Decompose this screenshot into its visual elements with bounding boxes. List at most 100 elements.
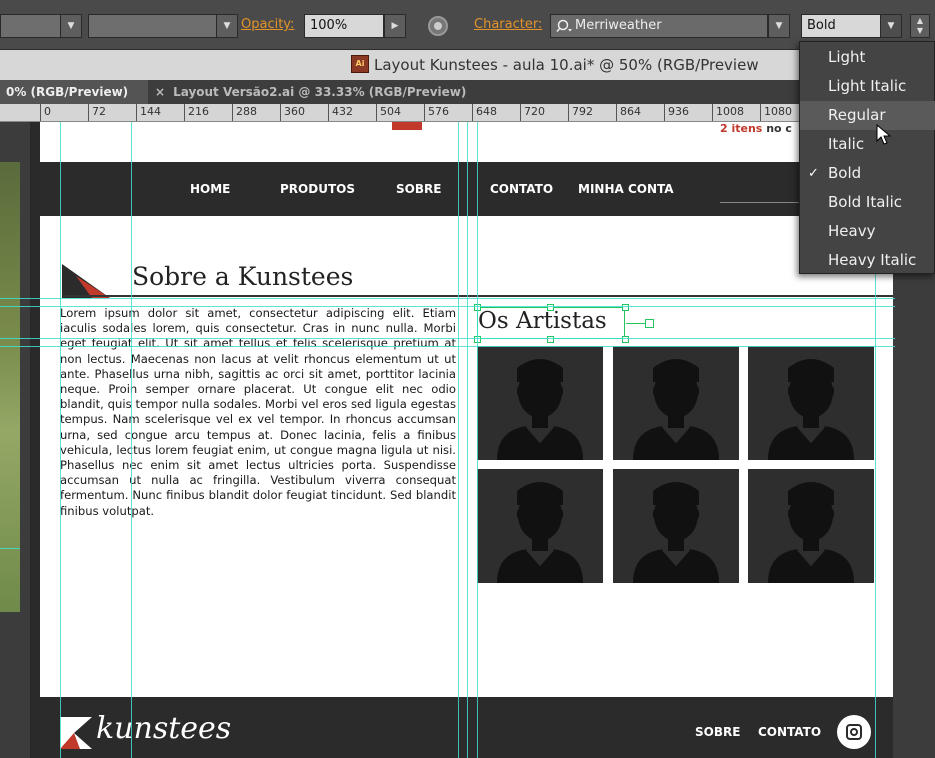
artist-avatar-icon <box>633 359 719 460</box>
cart-label: no c <box>762 122 792 135</box>
artist-avatar-icon <box>768 359 854 460</box>
menu-item-label: Heavy <box>828 222 876 240</box>
menu-item-light[interactable]: Light <box>800 43 935 72</box>
opacity-input[interactable]: 100% <box>304 14 384 38</box>
font-family-value: Merriweather <box>575 18 662 33</box>
ruler-tick: 288 <box>232 104 257 121</box>
vertical-guide[interactable] <box>458 122 459 758</box>
character-label[interactable]: Character: <box>474 17 542 32</box>
ruler-tick: 216 <box>184 104 209 121</box>
recolor-icon[interactable] <box>428 16 448 36</box>
instagram-icon[interactable] <box>837 715 871 749</box>
menu-item-label: Light Italic <box>828 77 907 95</box>
ai-file-icon: Ai <box>351 55 369 73</box>
artist-avatar-icon <box>497 359 583 460</box>
ruler-tick: 648 <box>472 104 497 121</box>
vertical-guide[interactable] <box>477 122 478 758</box>
selection-bounding-box[interactable] <box>477 307 625 339</box>
ruler-tick: 432 <box>328 104 353 121</box>
nav-minha-conta[interactable]: MINHA CONTA <box>578 182 674 196</box>
chevron-down-icon: ▼ <box>223 21 231 31</box>
menu-item-regular[interactable]: Regular <box>800 101 935 130</box>
vertical-guide[interactable] <box>60 122 61 758</box>
artist-card[interactable] <box>613 346 739 460</box>
horizontal-ruler[interactable]: 0 72 144 216 288 360 432 504 576 648 720… <box>0 104 935 122</box>
footer-link-sobre[interactable]: SOBRE <box>695 725 740 739</box>
artist-avatar-icon <box>633 482 719 583</box>
menu-item-label: Bold <box>828 164 862 182</box>
horizontal-guide[interactable] <box>0 346 895 347</box>
opacity-dropdown[interactable]: ▶ <box>384 14 406 38</box>
ruler-tick: 1080 <box>760 104 792 121</box>
ruler-tick: 864 <box>616 104 641 121</box>
ruler-tick: 72 <box>88 104 106 121</box>
opacity-label[interactable]: Opacity: <box>241 17 294 32</box>
menu-item-italic[interactable]: Italic <box>800 130 935 159</box>
ruler-tick: 360 <box>280 104 305 121</box>
artist-grid <box>477 346 875 586</box>
menu-item-bold[interactable]: ✓ Bold <box>800 159 935 188</box>
nav-home[interactable]: HOME <box>190 182 230 196</box>
artist-card[interactable] <box>477 469 603 583</box>
ruler-tick: 504 <box>376 104 401 121</box>
document-tab-bar: 0% (RGB/Preview) × Layout Versão2.ai @ 33… <box>0 80 935 104</box>
artist-card[interactable] <box>613 469 739 583</box>
brand-logo-fragment <box>392 122 422 130</box>
chevron-down-icon: ▼ <box>887 21 895 31</box>
font-size-stepper[interactable]: ▲ ▼ <box>910 14 930 38</box>
horizontal-guide[interactable] <box>0 338 895 339</box>
nav-sobre[interactable]: SOBRE <box>396 182 441 196</box>
horizontal-guide[interactable] <box>0 306 895 307</box>
control-bar: ▼ ▼ Opacity: 100% ▶ Character: Merriweat… <box>0 0 935 50</box>
tab-label: Layout Versão2.ai @ 33.33% (RGB/Preview) <box>173 85 467 99</box>
font-family-input[interactable]: Merriweather <box>550 14 768 38</box>
vertical-guide[interactable] <box>131 122 132 758</box>
document-title-bar: Layout Kunstees - aula 10.ai* @ 50% (RGB… <box>0 50 935 80</box>
cart-summary[interactable]: 2 itens no c <box>720 122 792 135</box>
close-icon[interactable]: × <box>155 85 165 99</box>
nav-contato[interactable]: CONTATO <box>490 182 553 196</box>
menu-item-light-italic[interactable]: Light Italic <box>800 72 935 101</box>
ruler-tick: 1008 <box>712 104 744 121</box>
vertical-guide[interactable] <box>467 122 468 758</box>
artist-card[interactable] <box>748 469 874 583</box>
menu-item-heavy-italic[interactable]: Heavy Italic <box>800 246 935 275</box>
artist-card[interactable] <box>477 346 603 460</box>
horizontal-guide[interactable] <box>0 548 20 549</box>
chevron-down-icon: ▼ <box>775 21 783 31</box>
style-field[interactable] <box>88 14 218 38</box>
checkmark-icon: ✓ <box>808 166 819 181</box>
artist-avatar-icon <box>768 482 854 583</box>
menu-item-bold-italic[interactable]: Bold Italic <box>800 188 935 217</box>
nav-produtos[interactable]: PRODUTOS <box>280 182 355 196</box>
artist-card[interactable] <box>748 346 874 460</box>
ruler-tick: 936 <box>664 104 689 121</box>
font-family-dropdown[interactable]: ▼ <box>768 14 790 38</box>
background-image-edge <box>0 162 20 612</box>
tab-layout-kunstees[interactable]: 0% (RGB/Preview) <box>0 80 148 104</box>
font-style-menu: Light Light Italic Regular Italic ✓ Bold … <box>799 41 935 274</box>
illustrator-window: ▼ ▼ Opacity: 100% ▶ Character: Merriweat… <box>0 0 935 758</box>
tab-layout-versao2[interactable]: × Layout Versão2.ai @ 33.33% (RGB/Preview… <box>155 80 466 104</box>
stroke-field[interactable] <box>0 14 62 38</box>
cart-count: 2 itens <box>720 122 763 135</box>
stroke-dropdown[interactable]: ▼ <box>60 14 82 38</box>
out-port-handle[interactable] <box>645 319 654 328</box>
footer-link-contato[interactable]: CONTATO <box>758 725 821 739</box>
menu-item-heavy[interactable]: Heavy <box>800 217 935 246</box>
menu-item-label: Bold Italic <box>828 193 903 211</box>
document-title: Layout Kunstees - aula 10.ai* @ 50% (RGB… <box>374 56 759 74</box>
artboard-shadow <box>30 122 40 758</box>
footer-brand: kunstees <box>96 711 232 746</box>
font-style-dropdown[interactable]: ▼ <box>880 14 902 38</box>
mouse-cursor-icon <box>876 124 892 145</box>
menu-item-label: Regular <box>828 106 886 124</box>
menu-item-label: Light <box>828 48 866 66</box>
ruler-tick: 144 <box>136 104 161 121</box>
chevron-right-icon: ▶ <box>391 21 399 31</box>
ruler-tick: 0 <box>40 104 51 121</box>
style-dropdown[interactable]: ▼ <box>216 14 238 38</box>
horizontal-guide[interactable] <box>0 298 895 299</box>
ruler-tick: 576 <box>424 104 449 121</box>
font-style-input[interactable]: Bold <box>801 14 881 38</box>
